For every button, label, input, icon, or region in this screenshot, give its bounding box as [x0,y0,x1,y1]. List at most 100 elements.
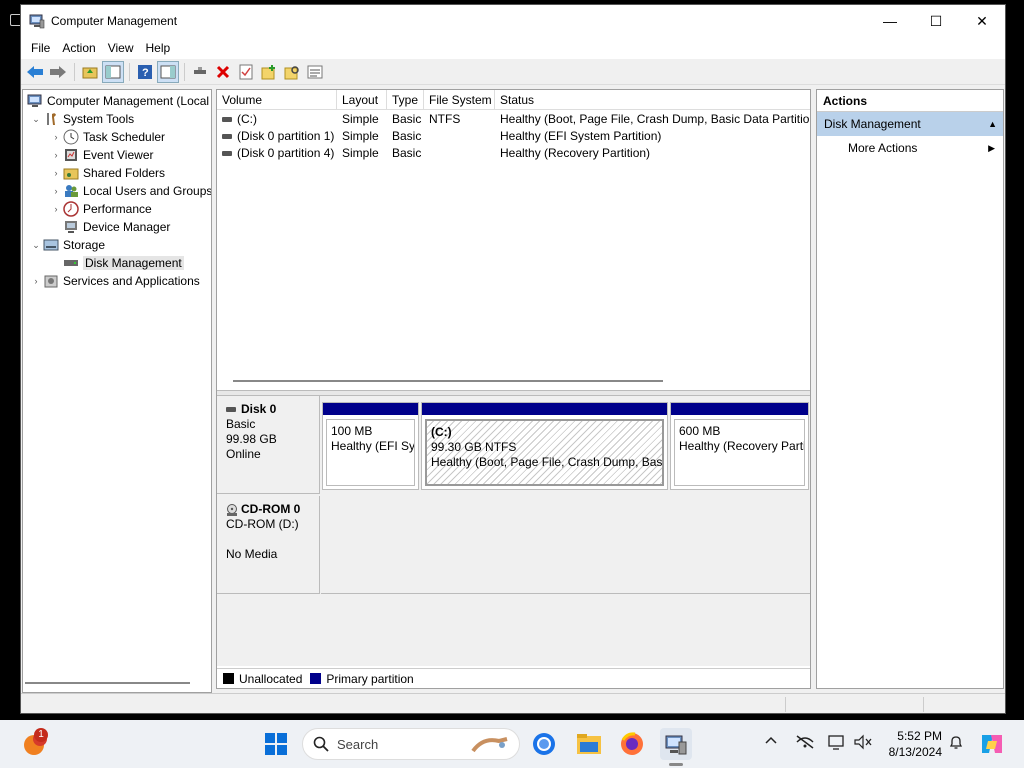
volume-row[interactable]: (Disk 0 partition 1) Simple Basic Health… [217,128,810,145]
copilot-icon[interactable] [976,728,1008,760]
start-button[interactable] [260,728,292,760]
volume-row[interactable]: (Disk 0 partition 4) Simple Basic Health… [217,145,810,162]
cd-drive-icon [226,503,238,516]
submenu-arrow-icon: ▶ [988,143,995,153]
up-folder-icon[interactable] [79,61,101,83]
tree-item-storage[interactable]: ⌄ Storage [29,236,105,254]
hard-disk-icon [226,407,236,412]
menu-file[interactable]: File [25,41,56,55]
tree-horizontal-scrollbar[interactable] [25,682,190,684]
properties-icon[interactable] [235,61,257,83]
partition-c-drive[interactable]: (C:) 99.30 GB NTFS Healthy (Boot, Page F… [421,402,668,490]
more-actions-item[interactable]: More Actions ▶ [817,136,1003,160]
search-placeholder: Search [337,736,379,752]
chevron-down-icon[interactable]: ⌄ [29,114,43,125]
cdrom-0-media: No Media [226,547,278,561]
taskbar-search-box[interactable]: Search [302,728,520,760]
column-layout[interactable]: Layout [337,90,387,110]
column-type[interactable]: Type [387,90,424,110]
primary-partition-bar [422,403,667,415]
disk-management-icon [63,255,79,271]
desktop-background-icon [0,10,22,34]
minimize-button[interactable]: — [867,5,913,37]
firefox-icon[interactable] [616,728,648,760]
volume-type: Basic [392,129,422,143]
primary-partition-bar [671,403,808,415]
column-file-system[interactable]: File System [424,90,495,110]
tree-item-local-users[interactable]: › Local Users and Groups [49,182,212,200]
tree-item-event-viewer[interactable]: › Event Viewer [49,146,154,164]
list-view-icon[interactable] [304,61,326,83]
column-volume[interactable]: Volume [217,90,337,110]
close-button[interactable]: ✕ [959,5,1005,37]
volume-name: (C:) [237,112,257,126]
partition-efi[interactable]: 100 MB Healthy (EFI Sys [322,402,419,490]
display-icon[interactable] [827,734,847,753]
collapse-up-icon[interactable]: ▲ [988,112,997,136]
partition-title: (C:) [431,425,452,439]
disk-0-name: Disk 0 [241,402,277,416]
menu-action[interactable]: Action [56,41,101,55]
chevron-right-icon[interactable]: › [29,276,43,286]
cdrom-0-label[interactable]: CD-ROM 0 CD-ROM (D:) No Media [217,496,320,594]
tree-item-services-applications[interactable]: › Services and Applications [29,272,200,290]
file-explorer-icon[interactable] [573,728,605,760]
volume-row[interactable]: (C:) Simple Basic NTFS Healthy (Boot, Pa… [217,111,810,128]
chevron-right-icon[interactable]: › [49,168,63,178]
volume-icon [222,134,232,140]
volume-file-system: NTFS [429,112,461,126]
search-folder-icon[interactable] [281,61,303,83]
volume-name: (Disk 0 partition 1) [237,129,335,143]
new-folder-icon[interactable] [258,61,280,83]
window-title: Computer Management [51,14,178,28]
partition-size: 600 MB [679,424,721,438]
column-status[interactable]: Status [495,90,810,110]
volume-type: Basic [392,112,422,126]
maximize-button[interactable]: ☐ [913,5,959,37]
disk-0-type: Basic [226,417,256,431]
cdrom-0-space[interactable] [321,496,810,594]
menu-view[interactable]: View [102,41,140,55]
computer-management-taskbar-icon[interactable] [660,728,692,760]
volume-muted-icon[interactable] [853,734,873,753]
volume-list-horizontal-scrollbar[interactable] [233,380,663,382]
network-disconnected-icon[interactable] [795,734,815,753]
tree-item-shared-folders[interactable]: › Shared Folders [49,164,166,182]
tree-item-device-manager[interactable]: Device Manager [63,218,170,236]
notification-bell-icon[interactable] [948,734,964,753]
chevron-down-icon[interactable]: ⌄ [29,240,43,251]
computer-management-window: Computer Management — ☐ ✕ File Action Vi… [20,4,1006,714]
show-hidden-icons-icon[interactable] [764,734,778,749]
connect-drive-icon[interactable] [189,61,211,83]
show-hide-tree-icon[interactable] [102,60,124,83]
partition-recovery[interactable]: 600 MB Healthy (Recovery Partit [670,402,809,490]
tree-item-disk-management[interactable]: Disk Management [63,254,184,272]
forward-arrow-icon[interactable] [47,61,69,83]
volume-icon [222,151,232,157]
device-manager-icon [63,219,79,235]
title-bar[interactable]: Computer Management — ☐ ✕ [21,5,1005,37]
chevron-right-icon[interactable]: › [49,132,63,142]
delete-icon[interactable] [212,61,234,83]
menu-help[interactable]: Help [140,41,177,55]
tree-item-system-tools[interactable]: ⌄ System Tools [29,110,134,128]
tree-item-task-scheduler[interactable]: › Task Scheduler [49,128,165,146]
actions-section-disk-management[interactable]: Disk Management ▲ [817,112,1003,136]
back-arrow-icon[interactable] [24,61,46,83]
show-hide-action-pane-icon[interactable] [157,60,179,83]
tree-item-computer-management[interactable]: Computer Management (Local [27,92,209,110]
cdrom-0-drive: CD-ROM (D:) [226,517,299,531]
partition-size: 100 MB [331,424,373,438]
computer-management-icon [29,13,45,29]
chevron-right-icon[interactable]: › [49,150,63,160]
browser-icon[interactable] [528,728,560,760]
disk-0-label[interactable]: Disk 0 Basic 99.98 GB Online [217,396,320,494]
chevron-right-icon[interactable]: › [49,186,63,196]
taskbar-clock[interactable]: 5:52 PM 8/13/2024 [876,728,942,760]
help-icon[interactable]: ? [134,61,156,83]
chevron-right-icon[interactable]: › [49,204,63,214]
computer-icon [27,93,43,109]
partition-status: Healthy (Boot, Page File, Crash Dump, Ba… [431,455,664,469]
tree-item-performance[interactable]: › Performance [49,200,152,218]
disk-0-state: Online [226,447,261,461]
